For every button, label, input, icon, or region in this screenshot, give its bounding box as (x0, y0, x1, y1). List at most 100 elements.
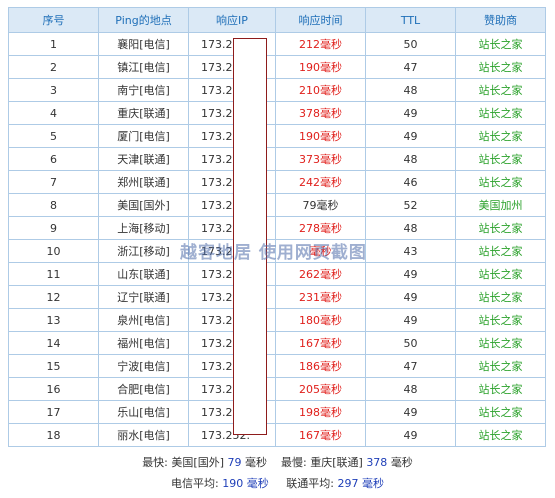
cell-ttl: 47 (365, 354, 456, 378)
cell-ttl: 43 (365, 239, 456, 263)
cell-time: 190毫秒 (275, 55, 366, 79)
cell-time: 231毫秒 (275, 285, 366, 309)
telecom-average-value: 190 (222, 477, 244, 490)
cell-sponsor: 站长之家 (455, 101, 546, 125)
table-row: 4 重庆[联通] 173.252. 378毫秒 49 站长之家 (8, 101, 546, 125)
table-row: 16 合肥[电信] 173.252. 205毫秒 48 站长之家 (8, 377, 546, 401)
cell-sponsor: 站长之家 (455, 400, 546, 424)
cell-index: 17 (8, 400, 99, 424)
cell-sponsor: 站长之家 (455, 377, 546, 401)
cell-location: 福州[电信] (98, 331, 189, 355)
header-location: Ping的地点 (98, 7, 189, 33)
cell-ttl: 48 (365, 377, 456, 401)
header-sponsor: 赞助商 (455, 7, 546, 33)
cell-sponsor: 站长之家 (455, 32, 546, 56)
cell-sponsor: 站长之家 (455, 124, 546, 148)
cell-time: 167毫秒 (275, 331, 366, 355)
table-row: 6 天津[联通] 173.252. 373毫秒 48 站长之家 (8, 147, 546, 171)
cell-location: 浙江[移动] (98, 239, 189, 263)
cell-sponsor: 站长之家 (455, 239, 546, 263)
cell-time: 190毫秒 (275, 124, 366, 148)
ip-redaction-box (233, 38, 267, 435)
cell-index: 11 (8, 262, 99, 286)
cell-index: 18 (8, 423, 99, 447)
cell-sponsor: 站长之家 (455, 262, 546, 286)
watermark: 越客地居 使用网页截图 (180, 243, 367, 263)
cell-index: 5 (8, 124, 99, 148)
cell-time: 242毫秒 (275, 170, 366, 194)
table-row: 14 福州[电信] 173.252. 167毫秒 50 站长之家 (8, 331, 546, 355)
table-row: 1 襄阳[电信] 173.252. 212毫秒 50 站长之家 (8, 32, 546, 56)
cell-index: 9 (8, 216, 99, 240)
cell-location: 山东[联通] (98, 262, 189, 286)
cell-index: 2 (8, 55, 99, 79)
cell-index: 15 (8, 354, 99, 378)
fastest-location: 美国[国外] (171, 456, 224, 469)
cell-location: 合肥[电信] (98, 377, 189, 401)
cell-time: 186毫秒 (275, 354, 366, 378)
slowest-label: 最慢: (281, 456, 307, 469)
cell-location: 镇江[电信] (98, 55, 189, 79)
cell-ttl: 48 (365, 147, 456, 171)
table-header-row: 序号 Ping的地点 响应IP 响应时间 TTL 赞助商 (8, 7, 546, 33)
cell-ttl: 49 (365, 262, 456, 286)
cell-location: 天津[联通] (98, 147, 189, 171)
table-row: 12 辽宁[联通] 173.252. 231毫秒 49 站长之家 (8, 285, 546, 309)
table-row: 17 乐山[电信] 173.252. 198毫秒 49 站长之家 (8, 400, 546, 424)
cell-ttl: 49 (365, 423, 456, 447)
cell-location: 美国[国外] (98, 193, 189, 217)
cell-index: 4 (8, 101, 99, 125)
cell-ttl: 46 (365, 170, 456, 194)
cell-index: 8 (8, 193, 99, 217)
cell-sponsor: 站长之家 (455, 331, 546, 355)
cell-index: 14 (8, 331, 99, 355)
cell-sponsor: 站长之家 (455, 55, 546, 79)
cell-location: 上海[移动] (98, 216, 189, 240)
cell-location: 郑州[联通] (98, 170, 189, 194)
telecom-average-unit: 毫秒 (246, 477, 269, 490)
cell-location: 襄阳[电信] (98, 32, 189, 56)
slowest-location: 重庆[联通] (310, 456, 363, 469)
cell-ttl: 49 (365, 124, 456, 148)
cell-location: 宁波[电信] (98, 354, 189, 378)
header-index: 序号 (8, 7, 99, 33)
table-row: 3 南宁[电信] 173.252. 210毫秒 48 站长之家 (8, 78, 546, 102)
cell-index: 10 (8, 239, 99, 263)
cell-index: 7 (8, 170, 99, 194)
cell-sponsor: 站长之家 (455, 216, 546, 240)
cell-time: 373毫秒 (275, 147, 366, 171)
fastest-label: 最快: (142, 456, 168, 469)
table-row: 5 厦门[电信] 173.252. 190毫秒 49 站长之家 (8, 124, 546, 148)
table-row: 13 泉州[电信] 173.252. 180毫秒 49 站长之家 (8, 308, 546, 332)
telecom-average-label: 电信平均: (171, 477, 219, 490)
cell-sponsor: 站长之家 (455, 308, 546, 332)
table-row: 18 丽水[电信] 173.252. 167毫秒 49 站长之家 (8, 423, 546, 447)
table-row: 7 郑州[联通] 173.252. 242毫秒 46 站长之家 (8, 170, 546, 194)
table-row: 8 美国[国外] 173.252. 79毫秒 52 美国加州 (8, 193, 546, 217)
cell-time: 378毫秒 (275, 101, 366, 125)
cell-sponsor: 站长之家 (455, 423, 546, 447)
cell-ttl: 49 (365, 308, 456, 332)
table-row: 15 宁波[电信] 173.252. 186毫秒 47 站长之家 (8, 354, 546, 378)
cell-index: 1 (8, 32, 99, 56)
cell-time: 212毫秒 (275, 32, 366, 56)
slowest-unit: 毫秒 (390, 456, 413, 469)
cell-ttl: 49 (365, 101, 456, 125)
cell-time: 180毫秒 (275, 308, 366, 332)
cell-time: 79毫秒 (275, 193, 366, 217)
cell-location: 丽水[电信] (98, 423, 189, 447)
ping-table: 序号 Ping的地点 响应IP 响应时间 TTL 赞助商 1 襄阳[电信] 173.252. 2… (8, 7, 546, 447)
cell-location: 乐山[电信] (98, 400, 189, 424)
cell-ttl: 50 (365, 331, 456, 355)
unicom-average-unit: 毫秒 (361, 477, 384, 490)
unicom-average-label: 联通平均: (286, 477, 334, 490)
cell-index: 3 (8, 78, 99, 102)
summary-fast-slow: 最快: 美国[国外] 79 毫秒 最慢: 重庆[联通] 378 毫秒 (0, 454, 555, 470)
cell-ttl: 48 (365, 78, 456, 102)
header-time: 响应时间 (275, 7, 366, 33)
cell-sponsor: 站长之家 (455, 78, 546, 102)
cell-sponsor: 站长之家 (455, 147, 546, 171)
cell-time: 262毫秒 (275, 262, 366, 286)
cell-ttl: 50 (365, 32, 456, 56)
cell-ttl: 48 (365, 216, 456, 240)
